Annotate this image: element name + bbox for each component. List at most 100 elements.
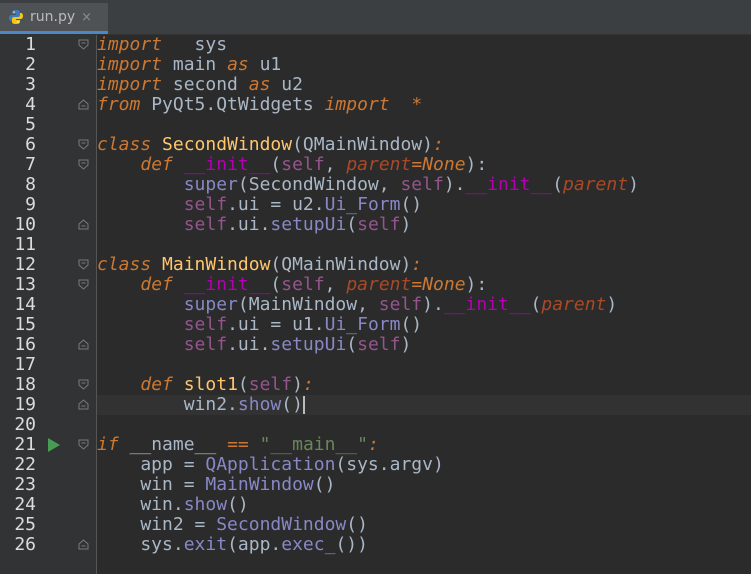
fold-open-icon[interactable] [78,39,89,50]
code-line[interactable]: self.ui.setupUi(self) [97,335,412,355]
code-token: ( [346,214,358,235]
code-token: , [324,154,347,175]
fold-close-icon[interactable] [78,339,89,350]
code-line[interactable]: import main as u1 [97,55,281,75]
code-token: main [162,54,228,75]
code-line[interactable]: win.show() [97,494,249,515]
code-token: super [183,174,238,195]
code-token: parent [346,154,412,175]
fold-close-icon[interactable] [78,539,89,550]
code-line[interactable]: def __init__(self, parent=None): [97,155,487,175]
line-number: 15 [14,314,36,335]
code-token: sys. [97,534,184,555]
code-token: __init__ [443,294,531,315]
code-token: .ui. [227,214,271,235]
line-number: 11 [14,234,36,255]
code-token: == [227,434,249,455]
code-token: as [248,74,271,95]
fold-close-icon[interactable] [78,399,89,410]
code-token: * [411,94,423,115]
code-token: ( [270,274,282,295]
code-token: class [97,134,163,155]
code-line[interactable]: sys.exit(app.exec_()) [97,535,368,555]
code-editor[interactable]: 1 2 3 4 5 6 7 8 9 10 11 12 13 14 15 16 17 18 19 20 21 22 23 24 2… [0,35,751,574]
fold-open-icon[interactable] [78,379,89,390]
code-line[interactable]: super(SecondWindow, self).__init__(paren… [97,175,639,195]
code-token: ): [465,154,488,175]
line-number: 23 [14,474,36,495]
code-token: ( [552,174,564,195]
code-line[interactable]: class SecondWindow(QMainWindow): [97,135,444,155]
code-token: ). [443,174,466,195]
code-line[interactable]: self.ui = u1.Ui_Form() [97,315,422,335]
close-icon[interactable]: × [81,10,92,25]
code-line[interactable]: from PyQt5.QtWidgets import * [97,95,422,115]
code-line[interactable]: import second as u2 [97,75,303,95]
code-token: ( [237,374,249,395]
code-line[interactable]: app = QApplication(sys.argv) [97,455,443,475]
code-token: from [97,94,141,115]
code-line[interactable]: self.ui = u2.Ui_Form() [97,195,422,215]
code-token: , [324,274,347,295]
code-line[interactable]: super(MainWindow, self).__init__(parent) [97,294,618,315]
code-token: exec_ [281,534,336,555]
line-number: 7 [25,154,36,175]
fold-open-icon[interactable] [78,439,89,450]
code-token: () [281,394,303,415]
line-number: 5 [25,114,36,135]
code-token: self [248,374,293,395]
code-token: win2 = [97,514,217,535]
run-icon[interactable] [48,438,60,452]
code-token: win = [97,474,206,495]
code-line[interactable]: def slot1(self): [97,374,313,395]
code-token: exit [183,534,228,555]
fold-open-icon[interactable] [78,159,89,170]
line-number: 24 [14,494,36,515]
code-line[interactable]: import sys [97,35,227,55]
code-token: .ui = u1. [227,314,325,335]
fold-open-icon[interactable] [78,279,89,290]
code-token: self [183,314,228,335]
code-token: ( [530,294,542,315]
code-line[interactable]: class MainWindow(QMainWindow): [97,255,422,275]
code-line[interactable]: win2.show() [97,395,303,415]
code-token: ): [465,274,488,295]
fold-open-icon[interactable] [78,259,89,270]
code-token: win2. [97,394,238,415]
code-token: ). [422,294,444,315]
fold-close-icon[interactable] [78,219,89,230]
code-token: () [346,514,368,535]
tab-title: run.py [30,9,76,25]
code-token: second [162,74,249,95]
code-token: self [357,214,401,235]
code-line[interactable]: win = MainWindow() [97,475,335,495]
tab-run-py[interactable]: run.py × [0,3,108,34]
fold-open-icon[interactable] [78,139,89,150]
code-token: as [227,54,249,75]
code-token: () [227,494,249,515]
code-line[interactable]: self.ui.setupUi(self) [97,214,412,235]
code-token: (SecondWindow, [237,174,401,195]
code-line[interactable]: win2 = SecondWindow() [97,515,368,535]
code-token: def [140,154,184,175]
code-token: self [378,294,423,315]
line-number: 2 [25,54,36,75]
code-line[interactable]: def __init__(self, parent=None): [97,275,487,295]
code-line[interactable]: if __name__ == "__main__": [97,435,379,455]
fold-close-icon[interactable] [78,99,89,110]
code-token: self [400,174,444,195]
code-token: () [400,314,423,335]
code-token: .ui = u2. [227,194,325,215]
code-token: show [237,394,282,415]
code-token: Ui_Form [324,194,401,215]
code-token: def [140,374,184,395]
code-token: ) [606,294,618,315]
line-number: 18 [14,374,36,395]
line-number: 8 [25,174,36,195]
